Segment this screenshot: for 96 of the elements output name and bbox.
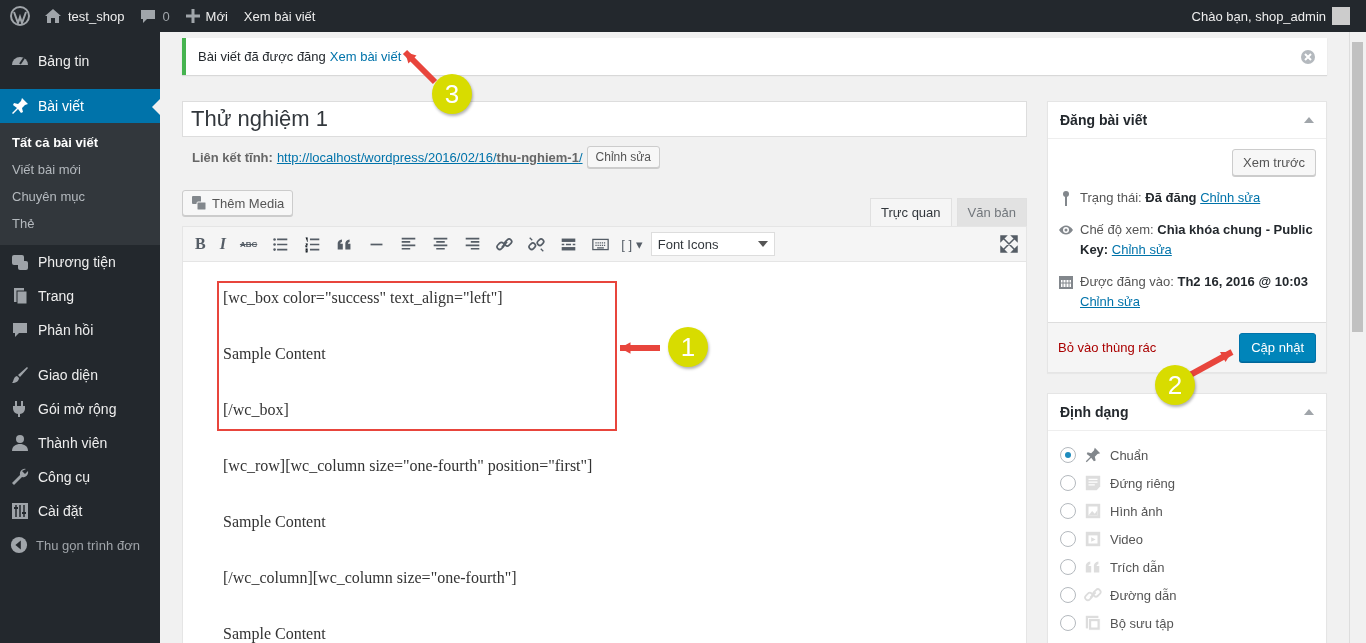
menu-item[interactable]: Gói mở rộng [0, 392, 160, 426]
wordpress-logo[interactable] [10, 6, 30, 26]
editor-paragraph: [wc_box color="success" text_align="left"] [223, 289, 503, 307]
submenu-item[interactable]: Chuyên mục [0, 184, 160, 211]
menu-item[interactable]: Phản hồi [0, 313, 160, 347]
pushpin-icon [10, 96, 30, 116]
menu-item[interactable]: Cài đặt [0, 494, 160, 528]
fullscreen-icon[interactable] [1000, 235, 1018, 253]
menu-item[interactable]: Trang [0, 279, 160, 313]
permalink-link[interactable]: http://localhost/wordpress/2016/02/16/thu-nghiem-1/ [276, 149, 583, 165]
wrench-icon [10, 467, 30, 487]
plus-icon [185, 9, 200, 23]
add-media-button[interactable]: Thêm Media [182, 190, 294, 216]
speech-bubble-icon [10, 320, 30, 340]
editor-paragraph: [wc_row][wc_column size="one-fourth" position="first"] [223, 457, 593, 475]
account-link[interactable]: Chào bạn, shop_admin [1183, 0, 1358, 32]
caret-icon [757, 240, 768, 248]
callout-arrow [402, 49, 438, 85]
speech-bubble-icon [140, 8, 157, 24]
menu-item[interactable]: Bài viết [0, 89, 160, 123]
menu-item[interactable]: Giao diện [0, 358, 160, 392]
link-icon[interactable] [495, 235, 513, 253]
radio-button[interactable] [1060, 531, 1076, 547]
radio-button[interactable] [1060, 587, 1076, 603]
calendar-icon [1058, 274, 1074, 290]
numbered-list-icon[interactable] [303, 235, 321, 253]
editor-paragraph: Sample Content [223, 345, 326, 363]
pushpin-icon [1084, 446, 1102, 464]
format-option-label[interactable]: Trích dẫn [1110, 559, 1165, 575]
editor-tab[interactable]: Trực quan [870, 198, 952, 226]
publish-info: Được đăng vào: Th2 16, 2016 @ 10:03 Chỉnh sửa [1080, 273, 1309, 311]
radio-button[interactable] [1060, 475, 1076, 491]
strikethrough-button[interactable]: ABC [235, 239, 262, 249]
submenu-item[interactable]: Viết bài mới [0, 157, 160, 184]
menu-item[interactable]: Phương tiện [0, 245, 160, 279]
document-icon [1084, 474, 1102, 492]
link-icon [1084, 586, 1102, 604]
format-option-label[interactable]: Hình ảnh [1110, 503, 1163, 519]
editor-tab[interactable]: Văn bản [956, 198, 1027, 226]
menu-item[interactable]: Thành viên [0, 426, 160, 460]
permalink-label: Liên kết tĩnh: [192, 149, 273, 165]
align-left-icon[interactable] [399, 235, 417, 253]
broken-link-icon[interactable] [527, 235, 545, 253]
edit-link[interactable]: Chỉnh sửa [1200, 190, 1261, 205]
view-post-link[interactable]: Xem bài viết [235, 0, 324, 32]
preview-button[interactable]: Xem trước [1232, 149, 1316, 176]
comments-link[interactable]: 0 [132, 0, 178, 32]
update-button[interactable]: Cập nhật [1239, 333, 1316, 362]
notice-text: Bài viết đã được đăng [198, 49, 326, 64]
collapse-menu-button[interactable]: Thu gọn trình đơn [0, 528, 160, 562]
home-icon [44, 8, 62, 24]
radio-button[interactable] [1060, 447, 1076, 463]
radio-button[interactable] [1060, 559, 1076, 575]
radio-button[interactable] [1060, 615, 1076, 631]
site-link[interactable]: test_shop [36, 0, 133, 32]
callout-arrow [1188, 349, 1234, 378]
play-icon [1084, 530, 1102, 548]
font-icons-dropdown[interactable]: Font Icons [650, 232, 775, 256]
avatar-placeholder [1332, 7, 1350, 25]
editor-paragraph: Sample Content [223, 513, 326, 531]
gallery-icon [1084, 614, 1102, 632]
submenu-item[interactable]: Tất cả bài viết [0, 130, 160, 157]
brush-icon [10, 365, 30, 385]
menu-item[interactable]: Bảng tin [0, 44, 160, 78]
callout-arrow [620, 342, 660, 354]
person-icon [10, 433, 30, 453]
panel-title: Định dạng [1060, 404, 1129, 420]
menu-item[interactable]: Công cụ [0, 460, 160, 494]
sliders-icon [10, 501, 30, 521]
format-option-label[interactable]: Chuẩn [1110, 447, 1149, 463]
shortcode-button[interactable]: [ ] ▾ [619, 236, 645, 252]
image-icon [1084, 502, 1102, 520]
radio-button[interactable] [1060, 503, 1076, 519]
italic-button[interactable]: I [215, 235, 230, 253]
editor-paragraph: [/wc_column][wc_column size="one-fourth"] [223, 569, 517, 587]
publish-info: Chế độ xem: Chìa khóa chung - Public Key: Chỉnh sửa [1080, 221, 1314, 259]
editor-paragraph: [/wc_box] [223, 401, 289, 419]
editor-paragraph: Sample Content [223, 625, 326, 643]
edit-link[interactable]: Chỉnh sửa [1111, 242, 1172, 257]
bold-button[interactable]: B [191, 235, 210, 253]
new-link[interactable]: Mới [177, 0, 236, 32]
align-center-icon[interactable] [431, 235, 449, 253]
submenu-item[interactable]: Thẻ [0, 211, 160, 238]
align-right-icon[interactable] [463, 235, 481, 253]
view-post-link[interactable]: Xem bài viết [329, 49, 402, 64]
publish-info: Trạng thái: Đã đăng Chỉnh sửa [1080, 189, 1261, 207]
format-option-label[interactable]: Video [1110, 531, 1143, 547]
edit-link[interactable]: Chỉnh sửa [1080, 294, 1140, 309]
format-option-label[interactable]: Đường dẫn [1110, 587, 1177, 603]
edit-permalink-button[interactable]: Chỉnh sửa [586, 146, 660, 168]
trash-link[interactable]: Bỏ vào thùng rác [1058, 340, 1157, 355]
format-option-label[interactable]: Bộ sưu tập [1110, 615, 1174, 631]
scrollbar[interactable] [1349, 32, 1366, 643]
bulleted-list-icon[interactable] [271, 235, 289, 253]
panel-title: Đăng bài viết [1060, 112, 1148, 128]
format-option-label[interactable]: Đứng riêng [1110, 475, 1176, 491]
